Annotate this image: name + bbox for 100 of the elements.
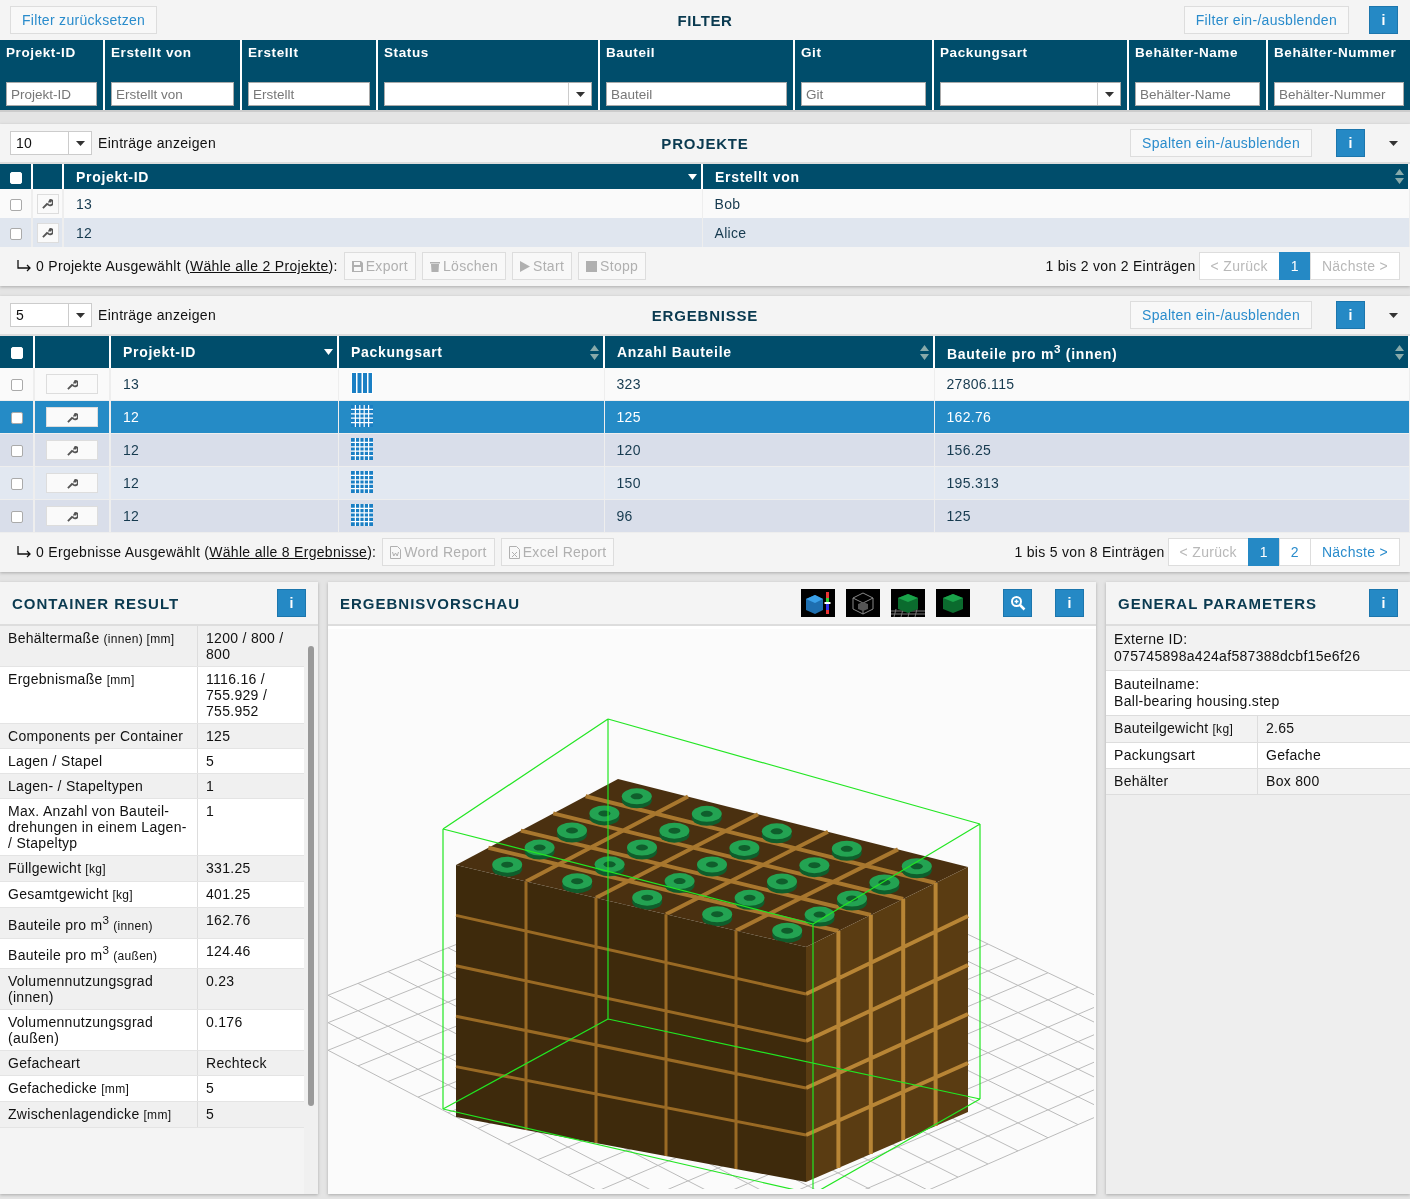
toggle-columns-button[interactable]: Spalten ein-/ausblenden [1130, 129, 1312, 157]
edit-button[interactable] [46, 407, 98, 427]
row-checkbox[interactable] [9, 227, 22, 240]
row-checkbox[interactable] [10, 478, 23, 491]
table-row[interactable]: 12 125 162.76 [0, 400, 1409, 434]
row-checkbox[interactable] [10, 511, 23, 524]
caret-icon [75, 140, 85, 146]
parameter-value: 1200 / 800 / 800 [205, 629, 285, 664]
row-checkbox[interactable] [10, 412, 23, 425]
table-row[interactable]: 12 150 195.313 [0, 466, 1409, 500]
caret-icon[interactable] [1389, 312, 1398, 318]
filter-field[interactable]: Projekt-ID [6, 82, 97, 106]
info-button[interactable]: i [1336, 129, 1365, 157]
parameter-label: Behälter [1106, 769, 1258, 794]
selection-summary: 0 Ergebnisse Ausgewählt (Wähle alle 8 Ergebnisse): [36, 544, 377, 560]
scrollbar[interactable] [304, 626, 318, 1194]
packed-container-drawing[interactable] [442, 718, 981, 1189]
vertical-stripes-icon [350, 371, 373, 394]
sort-icon [920, 344, 929, 360]
info-button[interactable]: i [1369, 6, 1398, 34]
row-checkbox[interactable] [10, 445, 23, 458]
row-checkbox[interactable] [10, 379, 23, 392]
edit-button[interactable] [36, 222, 59, 243]
parameter-label: Bauteile pro m$^{3}$ (innen) [0, 908, 198, 938]
toggle-filter-button[interactable]: Filter ein-/ausblenden [1183, 6, 1349, 34]
table-cell: 12 [63, 218, 702, 247]
zoom-in-button[interactable] [1003, 589, 1032, 617]
filter-label: Packungsart [940, 46, 1029, 60]
caret-icon [575, 91, 585, 97]
column-header[interactable]: Packungsart [338, 336, 604, 368]
edit-button[interactable] [46, 374, 98, 394]
caret-icon [75, 312, 85, 318]
column-header[interactable]: Anzahl Bauteile [604, 336, 934, 368]
toggle-columns-button[interactable]: Spalten ein-/ausblenden [1130, 301, 1312, 329]
select-all-link[interactable]: Wähle alle 2 Projekte [190, 258, 329, 274]
filter-field[interactable]: Git [801, 82, 926, 106]
filter-label: Status [384, 46, 430, 60]
edit-button[interactable] [46, 440, 98, 460]
filter-field[interactable]: Bauteil [606, 82, 787, 106]
info-button[interactable]: i [1369, 589, 1398, 617]
page-size-select[interactable]: 10 [10, 131, 92, 155]
table-row[interactable]: 12 96 125 [0, 499, 1409, 533]
info-button[interactable]: i [1055, 589, 1084, 617]
sort-icon [1395, 169, 1404, 184]
select-all-checkbox[interactable] [10, 347, 23, 360]
info-button[interactable]: i [277, 589, 306, 617]
parameter-value: 401.25 [205, 885, 252, 904]
reset-filter-button[interactable]: Filter zurücksetzen [10, 6, 158, 34]
parameter-label: Gesamtgewicht [kg] [0, 882, 198, 907]
edit-button[interactable] [46, 506, 98, 526]
filter-field[interactable]: Erstellt [248, 82, 370, 106]
info-button[interactable]: i [1336, 301, 1365, 329]
table-cell: 12 [110, 466, 338, 500]
table-row[interactable]: 13 323 27806.115 [0, 368, 1409, 401]
table-cell: 12 [110, 433, 338, 467]
parameter-label: Volumennutzungsgrad (außen) [0, 1010, 198, 1051]
selection-summary: 0 Projekte Ausgewählt (Wähle alle 2 Projekte): [36, 258, 338, 274]
row-checkbox[interactable] [9, 198, 22, 211]
filter-field[interactable]: Behälter-Nummer [1274, 82, 1404, 106]
solid-cube-icon[interactable] [936, 589, 970, 617]
filter-label: Git [801, 46, 823, 60]
page-button[interactable]: 1 [1278, 252, 1311, 280]
wrench-icon [42, 198, 53, 209]
wrench-icon [66, 411, 78, 423]
grid-icon [350, 503, 373, 526]
table-row[interactable]: 12 120 156.25 [0, 433, 1409, 467]
wireframe-cube-icon[interactable] [846, 589, 880, 617]
cube-on-grid-icon[interactable] [891, 589, 925, 617]
table-cell: 12 [110, 400, 338, 434]
document-w-icon [390, 545, 402, 559]
filter-label: Erstellt von [111, 46, 193, 60]
edit-button[interactable] [46, 473, 98, 493]
page-size-select[interactable]: 5 [10, 303, 92, 327]
table-cell: 125 [604, 400, 934, 434]
cube-color-scale-icon[interactable] [801, 589, 835, 617]
parameter-label: Packungsart [1106, 743, 1258, 768]
caret-icon[interactable] [1389, 140, 1398, 146]
column-header[interactable]: Projekt-ID [110, 336, 338, 368]
table-cell: 150 [604, 466, 934, 500]
filter-title: FILTER [677, 11, 733, 29]
general-parameters-title: GENERAL PARAMETERS [1118, 594, 1318, 612]
filter-field[interactable]: Behälter-Name [1135, 82, 1260, 106]
select-all-link[interactable]: Wähle alle 8 Ergebnisse [209, 544, 368, 560]
column-header[interactable]: Bauteile pro m$^{3}$ (innen) [934, 336, 1409, 368]
edit-button[interactable] [36, 193, 59, 214]
wrench-icon [66, 477, 78, 489]
entries-info: 1 bis 5 von 8 Einträgen [1014, 544, 1165, 560]
table-cell: 162.76 [934, 400, 1409, 434]
column-header[interactable]: Erstellt von [702, 164, 1409, 189]
results-title: ERGEBNISSE [651, 306, 759, 324]
select-all-checkbox[interactable] [9, 171, 22, 184]
page-button[interactable]: 2 [1278, 538, 1311, 566]
column-header[interactable]: Projekt-ID [63, 164, 702, 189]
page-button[interactable]: 1 [1247, 538, 1280, 566]
table-cell: 96 [604, 499, 934, 533]
parameter-value: 1116.16 / 755.929 / 755.952 [205, 670, 269, 721]
next-page-button[interactable]: Nächste > [1309, 538, 1400, 566]
parameter-value: 0.23 [205, 972, 236, 992]
parameter-value: 1 [205, 802, 216, 821]
filter-field[interactable]: Erstellt von [111, 82, 234, 106]
